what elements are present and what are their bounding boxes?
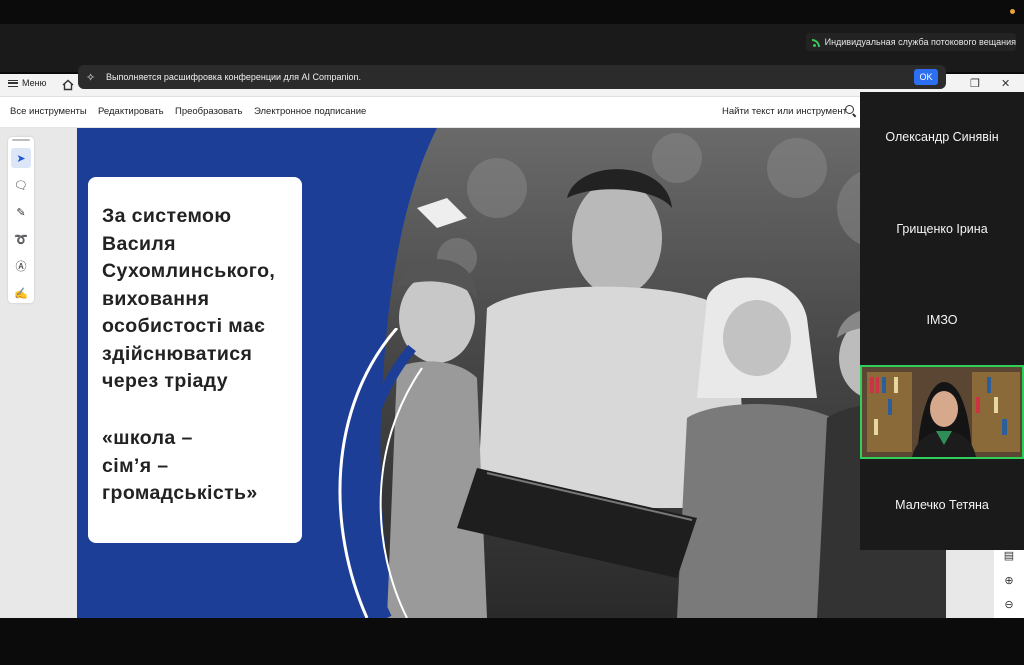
hamburger-icon: [8, 79, 18, 87]
home-icon[interactable]: [61, 78, 75, 92]
slide-quote: «школа – сім’я – громадськість»: [102, 427, 258, 504]
menu-button[interactable]: Меню: [8, 78, 46, 88]
participant-name: Малечко Тетяна: [895, 498, 989, 512]
participant-tile[interactable]: Олександр Синявін: [860, 92, 1024, 182]
slide-paragraph: За системою Василя Сухомлинського, вихов…: [102, 205, 276, 392]
slide-wave-decoration: [338, 328, 423, 618]
zoom-out-icon[interactable]: ⊖: [1003, 599, 1015, 611]
close-window-icon[interactable]: ✕: [1001, 77, 1010, 90]
stamp-tool-icon[interactable]: ✍: [11, 283, 31, 303]
participant-name: Олександр Синявін: [885, 130, 999, 144]
tab-all-tools[interactable]: Все инструменты: [10, 106, 87, 117]
banner-message: Выполняется расшифровка конференции для …: [106, 72, 361, 82]
text-box-tool-icon[interactable]: Ⓐ: [11, 256, 31, 276]
participant-name: ІМЗО: [926, 313, 958, 327]
participant-tile[interactable]: Малечко Тетяна: [860, 460, 1024, 550]
zoom-in-icon[interactable]: ⊕: [1003, 575, 1015, 587]
tab-e-sign[interactable]: Электронное подписание: [254, 106, 366, 117]
tab-edit[interactable]: Редактировать: [98, 106, 164, 117]
ok-button[interactable]: OK: [914, 69, 938, 85]
streaming-label: Индивидуальная служба потокового вещания: [824, 37, 1016, 47]
pen-tool-icon[interactable]: ✎: [11, 202, 31, 222]
find-tool-input[interactable]: Найти текст или инструмент: [722, 106, 847, 117]
select-tool-icon[interactable]: ➤: [11, 148, 31, 168]
bottom-bar: [0, 618, 1024, 665]
tab-convert[interactable]: Преобразовать: [175, 106, 242, 117]
participant-tile[interactable]: ІМЗО: [860, 275, 1024, 365]
comment-tool-icon[interactable]: 🗨: [11, 175, 31, 195]
search-icon[interactable]: [845, 105, 854, 114]
restore-window-icon[interactable]: ❐: [970, 77, 980, 90]
streaming-indicator[interactable]: Индивидуальная служба потокового вещания: [806, 33, 1016, 51]
status-dot: [1010, 9, 1015, 14]
participant-video-tile[interactable]: [860, 365, 1024, 459]
participant-name: Грищенко Ірина: [896, 222, 988, 236]
top-bar: [0, 0, 1024, 24]
menu-label: Меню: [22, 78, 47, 88]
signal-icon: [812, 37, 820, 47]
page-icon[interactable]: ▤: [1003, 550, 1015, 562]
participant-video: [862, 367, 1022, 457]
participant-tile[interactable]: Грищенко Ірина: [860, 184, 1024, 274]
sparkle-icon: ✧: [86, 71, 96, 84]
rail-grip[interactable]: [12, 139, 30, 141]
notification-banner: ✧ Выполняется расшифровка конференции дл…: [78, 65, 946, 89]
lasso-tool-icon[interactable]: ➰: [11, 229, 31, 249]
